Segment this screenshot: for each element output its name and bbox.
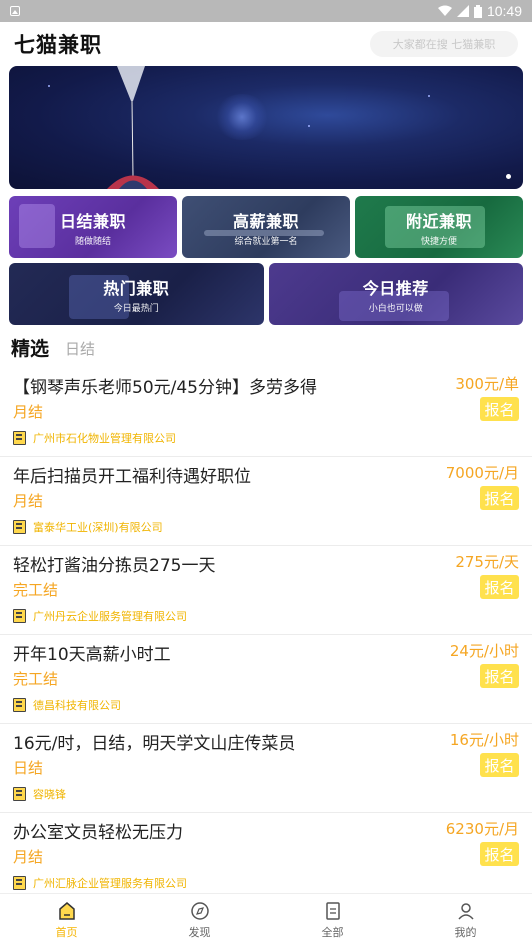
nav-home[interactable]: 首页 <box>0 894 133 946</box>
company-name: 广州丹云企业服务管理有限公司 <box>33 610 187 623</box>
wifi-icon <box>437 5 452 16</box>
status-bar: 10:49 <box>0 0 532 22</box>
category-subtitle: 随做随结 <box>74 236 111 247</box>
job-company: 富泰华工业(深圳)有限公司 <box>13 519 163 535</box>
company-icon <box>13 520 26 534</box>
status-time: 10:49 <box>486 3 522 19</box>
company-name: 广州汇脉企业管理服务有限公司 <box>33 877 187 890</box>
apply-button[interactable]: 报名 <box>480 486 519 510</box>
job-salary: 16元/小时 <box>449 731 519 749</box>
category-hot-job[interactable]: 热门兼职 今日最热门 <box>9 263 264 325</box>
category-daily-job[interactable]: 日结兼职 随做随结 <box>9 196 177 258</box>
category-subtitle: 综合就业第一名 <box>234 236 298 247</box>
category-today-recommend[interactable]: 今日推荐 小白也可以做 <box>268 263 523 325</box>
banner-glow <box>214 94 270 140</box>
company-name: 广州市石化物业管理有限公司 <box>33 432 176 445</box>
job-company: 广州丹云企业服务管理有限公司 <box>13 608 187 624</box>
company-icon <box>13 698 26 712</box>
battery-icon <box>473 4 482 18</box>
document-icon <box>325 901 340 920</box>
job-list-tabs: 精选 日结 <box>0 335 532 361</box>
app-title: 七猫兼职 <box>14 33 102 57</box>
category-title: 今日推荐 <box>362 278 429 298</box>
apply-button[interactable]: 报名 <box>480 575 519 599</box>
nav-label: 我的 <box>454 925 477 939</box>
banner-carousel[interactable] <box>9 66 523 189</box>
job-list-item[interactable]: 轻松打酱油分拣员275一天 275元/天 完工结 报名 广州丹云企业服务管理有限… <box>0 546 532 635</box>
category-title: 热门兼职 <box>103 278 170 298</box>
job-company: 容晓锋 <box>13 786 66 802</box>
company-icon <box>13 876 26 890</box>
job-salary: 6230元/月 <box>445 820 519 838</box>
category-title: 日结兼职 <box>59 211 126 231</box>
job-company: 广州汇脉企业管理服务有限公司 <box>13 875 187 891</box>
apply-button[interactable]: 报名 <box>480 397 519 421</box>
job-salary: 300元/单 <box>455 375 519 393</box>
job-settlement: 完工结 <box>13 670 59 688</box>
company-icon <box>13 609 26 623</box>
nav-label: 发现 <box>188 925 211 939</box>
company-name: 德昌科技有限公司 <box>33 699 121 712</box>
job-title: 16元/时，日结，明天学文山庄传菜员 <box>13 734 296 754</box>
job-settlement: 完工结 <box>13 581 59 599</box>
cellular-signal-icon <box>456 5 469 17</box>
company-icon <box>13 787 26 801</box>
job-settlement: 日结 <box>13 759 44 777</box>
company-name: 富泰华工业(深圳)有限公司 <box>33 521 163 534</box>
job-salary: 7000元/月 <box>445 464 519 482</box>
job-company: 广州市石化物业管理有限公司 <box>13 430 176 446</box>
category-nearby-job[interactable]: 附近兼职 快捷方便 <box>355 196 523 258</box>
search-input[interactable]: 大家都在搜 七猫兼职 <box>370 31 518 57</box>
category-row-1: 日结兼职 随做随结 高薪兼职 综合就业第一名 附近兼职 快捷方便 <box>9 196 523 258</box>
apply-button[interactable]: 报名 <box>480 664 519 688</box>
company-name: 容晓锋 <box>33 788 66 801</box>
job-settlement: 月结 <box>13 492 44 510</box>
job-settlement: 月结 <box>13 848 44 866</box>
nav-label: 全部 <box>321 925 344 939</box>
job-title: 办公室文员轻松无压力 <box>13 823 183 843</box>
category-subtitle: 快捷方便 <box>420 236 457 247</box>
status-right: 10:49 <box>437 3 522 19</box>
nav-profile[interactable]: 我的 <box>399 894 532 946</box>
job-title: 【钢琴声乐老师50元/45分钟】多劳多得 <box>13 378 317 398</box>
nav-discover[interactable]: 发现 <box>133 894 266 946</box>
job-salary: 24元/小时 <box>449 642 519 660</box>
job-title: 年后扫描员开工福利待遇好职位 <box>13 467 251 487</box>
status-left <box>10 6 20 16</box>
job-list: 【钢琴声乐老师50元/45分钟】多劳多得 300元/单 月结 报名 广州市石化物… <box>0 368 532 902</box>
job-company: 德昌科技有限公司 <box>13 697 121 713</box>
category-title: 高薪兼职 <box>232 211 299 231</box>
category-subtitle: 今日最热门 <box>113 303 159 314</box>
nav-label: 首页 <box>55 925 78 939</box>
notification-image-icon <box>10 6 20 16</box>
compass-icon <box>190 901 209 920</box>
apply-button[interactable]: 报名 <box>480 842 519 866</box>
job-list-item[interactable]: 年后扫描员开工福利待遇好职位 7000元/月 月结 报名 富泰华工业(深圳)有限… <box>0 457 532 546</box>
job-list-item[interactable]: 【钢琴声乐老师50元/45分钟】多劳多得 300元/单 月结 报名 广州市石化物… <box>0 368 532 457</box>
category-title: 附近兼职 <box>405 211 472 231</box>
job-title: 开年10天高薪小时工 <box>13 645 171 665</box>
job-list-item[interactable]: 16元/时，日结，明天学文山庄传菜员 16元/小时 日结 报名 容晓锋 <box>0 724 532 813</box>
bottom-navigation: 首页 发现 全部 我的 <box>0 893 532 946</box>
category-row-2: 热门兼职 今日最热门 今日推荐 小白也可以做 <box>9 263 523 325</box>
company-icon <box>13 431 26 445</box>
home-icon <box>58 901 75 920</box>
carousel-indicator[interactable] <box>506 174 511 179</box>
category-subtitle: 小白也可以做 <box>368 303 423 314</box>
job-list-item[interactable]: 开年10天高薪小时工 24元/小时 完工结 报名 德昌科技有限公司 <box>0 635 532 724</box>
nav-all[interactable]: 全部 <box>266 894 399 946</box>
apply-button[interactable]: 报名 <box>480 753 519 777</box>
job-title: 轻松打酱油分拣员275一天 <box>13 556 216 576</box>
tab-featured[interactable]: 精选 <box>11 334 49 361</box>
tile-decoration <box>19 204 55 248</box>
user-icon <box>457 902 474 920</box>
job-salary: 275元/天 <box>455 553 519 571</box>
tab-daily-settlement[interactable]: 日结 <box>65 338 95 361</box>
job-list-item[interactable]: 办公室文员轻松无压力 6230元/月 月结 报名 广州汇脉企业管理服务有限公司 <box>0 813 532 902</box>
app-header: 七猫兼职 大家都在搜 七猫兼职 <box>0 22 532 66</box>
job-settlement: 月结 <box>13 403 44 421</box>
category-high-pay-job[interactable]: 高薪兼职 综合就业第一名 <box>182 196 350 258</box>
